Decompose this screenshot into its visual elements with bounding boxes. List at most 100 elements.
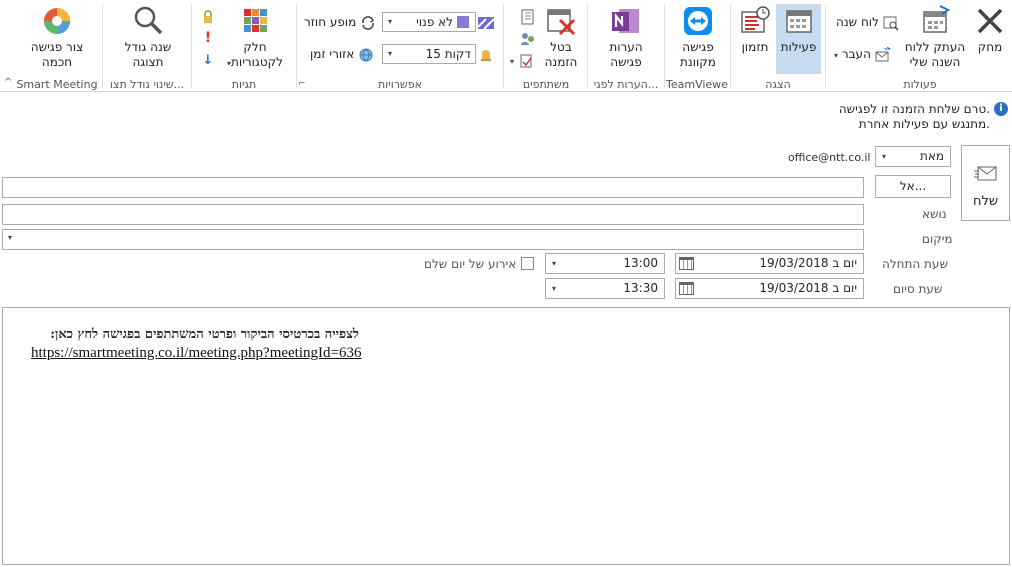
- end-time-dropdown[interactable]: ▾ 13:30: [545, 278, 665, 299]
- group-options: ▾ לא פנוי מופע חוזר ▾ 15 דקות אזורי זמן …: [298, 0, 500, 92]
- start-time-value: 13:00: [623, 256, 658, 270]
- group-attendees-label: משתתפים: [522, 78, 570, 91]
- reminder-dropdown[interactable]: ▾ 15 דקות: [382, 44, 476, 64]
- cancel-invitation-button[interactable]: בטל הזמנה: [538, 4, 584, 74]
- response-options-button[interactable]: [520, 28, 536, 48]
- subject-input[interactable]: [2, 204, 864, 225]
- group-teamviewer: פגישה מקוונת TeamViewer: [666, 0, 728, 92]
- group-show: פעילות תזמון הצגה: [733, 0, 823, 92]
- info-line-1: טרם שלחת הזמנה זו לפגישה.: [838, 102, 990, 116]
- show-as-swatch: [457, 16, 469, 28]
- busy-pattern-icon: [478, 16, 494, 30]
- globe-icon: [359, 48, 373, 62]
- meeting-link[interactable]: https://smartmeeting.co.il/meeting.php?m…: [31, 345, 361, 362]
- scheduling-icon: [741, 6, 770, 33]
- reminder-caret-icon: ▾: [388, 49, 393, 58]
- notes-label-2: פגישה: [610, 55, 642, 69]
- group-zoom-label: שינוי גודל תצו...: [109, 78, 185, 91]
- check-names-button[interactable]: ▾: [510, 50, 534, 70]
- group-show-label: הצגה: [765, 78, 791, 91]
- separator: [296, 4, 297, 88]
- scheduling-button[interactable]: תזמון: [735, 4, 775, 74]
- separator: [191, 4, 192, 88]
- address-book-icon: [521, 9, 534, 24]
- zoom-button[interactable]: שנה גודל תצוגה: [110, 4, 186, 74]
- show-as-caret-icon: ▾: [388, 17, 393, 26]
- info-icon: i: [994, 102, 1008, 116]
- end-calendar-icon[interactable]: [679, 282, 694, 295]
- group-attendees: בטל הזמנה ▾ משתתפים: [506, 0, 586, 92]
- calendar-label: לוח שנה: [836, 15, 879, 29]
- address-book-button[interactable]: [520, 6, 536, 26]
- start-date-picker[interactable]: יום ב 19/03/2018: [675, 253, 864, 274]
- to-input[interactable]: [2, 177, 864, 198]
- teamviewer-meeting-button[interactable]: פגישה מקוונת: [670, 4, 726, 74]
- categorize-label-2-wrap: ▾ לקטגוריות: [220, 55, 290, 71]
- end-date-picker[interactable]: יום ב 19/03/2018: [675, 278, 864, 299]
- location-label: מיקום: [922, 232, 953, 246]
- start-time-dropdown[interactable]: ▾ 13:00: [545, 253, 665, 274]
- recurrence-icon: [362, 15, 374, 30]
- scheduling-label: תזמון: [741, 40, 769, 54]
- group-options-label: אפשרויות: [378, 78, 422, 91]
- options-launcher-icon[interactable]: ⌐: [298, 79, 306, 89]
- low-importance-button[interactable]: ↓: [200, 50, 216, 70]
- group-actions: מחק העתק ללוח השנה שלי לוח שנה ▾ העבר פע…: [828, 0, 1012, 92]
- magnifier-icon: [134, 6, 163, 35]
- start-calendar-icon[interactable]: [679, 257, 694, 270]
- group-smart-meeting-label: Smart Meeting: [16, 78, 98, 91]
- group-tags: ! ↓ חלק ▾ לקטגוריות תגיות: [194, 0, 294, 92]
- group-teamviewer-label: TeamViewer: [666, 78, 728, 91]
- smart-label-1: צור פגישה: [30, 40, 84, 54]
- start-date-value: יום ב 19/03/2018: [759, 256, 857, 270]
- info-line-2: מתנגש עם פעילות אחרת.: [858, 117, 990, 131]
- smart-meeting-icon: [44, 8, 70, 34]
- message-body[interactable]: לצפייה בכרטיסי הביקור ופרטי המשתתפים בפג…: [2, 307, 1010, 565]
- private-button[interactable]: [200, 6, 216, 26]
- teamviewer-label-2: מקוונת: [680, 55, 716, 69]
- reminder-icon-wrap: [478, 44, 494, 64]
- smart-meeting-button[interactable]: צור פגישה חכמה: [22, 4, 92, 74]
- collapse-ribbon-icon[interactable]: ^: [4, 77, 12, 88]
- forward-envelope-icon: [875, 46, 891, 61]
- all-day-checkbox[interactable]: [521, 257, 534, 270]
- copy-to-calendar-button[interactable]: העתק ללוח השנה שלי: [900, 4, 970, 74]
- ribbon: מחק העתק ללוח השנה שלי לוח שנה ▾ העבר פע…: [0, 0, 1012, 92]
- recurrence-button[interactable]: מופע חוזר: [304, 12, 376, 32]
- cancel-label-2: הזמנה: [544, 55, 578, 69]
- subject-label: נושא: [922, 207, 947, 221]
- appointment-button[interactable]: פעילות: [776, 4, 821, 74]
- categorize-button[interactable]: חלק ▾ לקטגוריות: [220, 4, 290, 74]
- info-bar: i טרם שלחת הזמנה זו לפגישה. מתנגש עם פעי…: [308, 102, 1008, 132]
- delete-button[interactable]: מחק: [968, 4, 1012, 74]
- location-caret-icon[interactable]: ▾: [8, 233, 12, 242]
- teamviewer-label-1: פגישה: [682, 40, 714, 54]
- time-zones-button[interactable]: אזורי זמן: [310, 44, 374, 64]
- calendar-button[interactable]: לוח שנה: [836, 12, 899, 32]
- appointment-label: פעילות: [780, 40, 817, 54]
- separator: [102, 4, 103, 88]
- end-time-caret-icon: ▾: [552, 284, 557, 293]
- group-zoom: שנה גודל תצוגה שינוי גודל תצו...: [104, 0, 190, 92]
- end-date-value: יום ב 19/03/2018: [759, 281, 857, 295]
- from-dropdown[interactable]: ▾ מאת: [875, 146, 951, 167]
- group-meeting-notes: הערות פגישה הערות לפגי...: [590, 0, 662, 92]
- send-button[interactable]: שלח: [961, 145, 1010, 221]
- from-address: office@ntt.co.il: [788, 151, 871, 164]
- end-time-label: שעת סיום: [893, 282, 943, 296]
- group-notes-label: הערות לפגי...: [593, 78, 659, 91]
- copy-label-2: השנה שלי: [909, 55, 961, 69]
- show-as-dropdown[interactable]: ▾ לא פנוי: [382, 12, 476, 32]
- zoom-label-2: תצוגה: [132, 55, 164, 69]
- start-time-label: שעת התחלה: [882, 257, 948, 271]
- onenote-icon: [612, 9, 639, 33]
- location-input[interactable]: ▾: [2, 229, 864, 250]
- meeting-notes-button[interactable]: הערות פגישה: [596, 4, 656, 74]
- forward-button[interactable]: ▾ העבר: [834, 44, 891, 64]
- to-button[interactable]: אל...: [875, 175, 951, 198]
- from-label: מאת: [919, 149, 944, 163]
- arrow-down-icon: ↓: [202, 53, 214, 68]
- high-importance-button[interactable]: !: [200, 28, 216, 48]
- start-time-caret-icon: ▾: [552, 259, 557, 268]
- body-text: לצפייה בכרטיסי הביקור ופרטי המשתתפים בפג…: [50, 327, 359, 342]
